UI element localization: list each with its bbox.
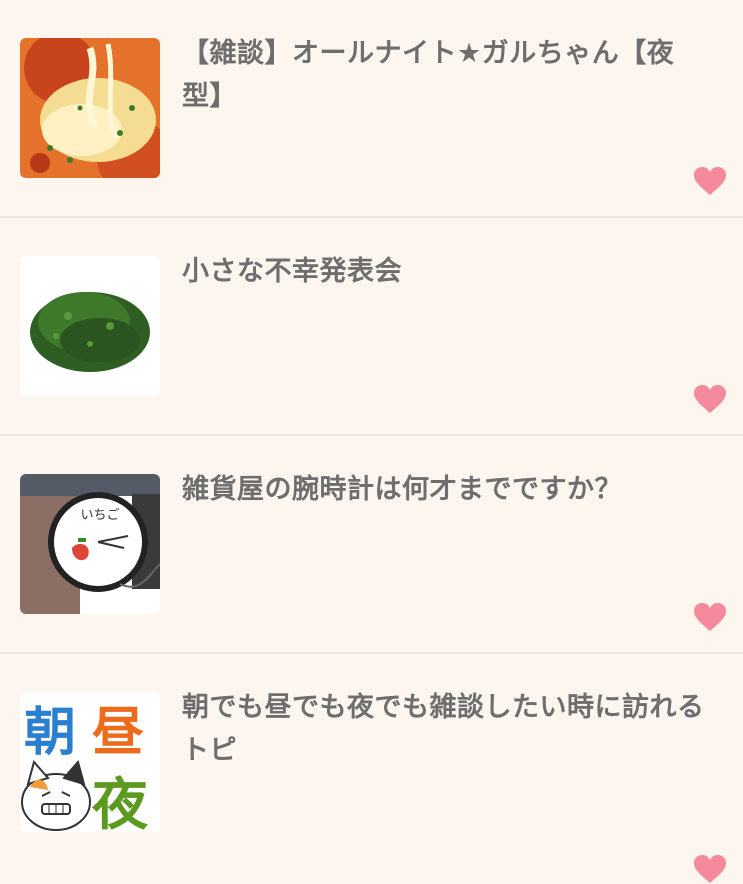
topic-list: 【雑談】オールナイト★ガルちゃん【夜型】 小さな不幸発表会 いちご 雑貨屋の腕時… bbox=[0, 0, 743, 883]
heart-icon[interactable] bbox=[693, 166, 727, 196]
asa-char: 朝 bbox=[24, 703, 76, 763]
topic-thumbnail-asa-hiru-yoru[interactable]: 朝 昼 夜 bbox=[20, 692, 160, 832]
topic-item[interactable]: 【雑談】オールナイト★ガルちゃん【夜型】 bbox=[0, 0, 743, 218]
heart-icon[interactable] bbox=[693, 602, 727, 632]
topic-title[interactable]: 朝でも昼でも夜でも雑談したい時に訪れるトピ bbox=[182, 686, 713, 772]
watch-face-text: いちご bbox=[80, 507, 119, 523]
topic-title[interactable]: 雑貨屋の腕時計は何才までですか？ bbox=[182, 468, 713, 511]
heart-icon[interactable] bbox=[693, 384, 727, 414]
topic-thumbnail-herb[interactable] bbox=[20, 256, 160, 396]
topic-title[interactable]: 小さな不幸発表会 bbox=[182, 250, 713, 293]
topic-title[interactable]: 【雑談】オールナイト★ガルちゃん【夜型】 bbox=[182, 32, 713, 118]
topic-thumbnail-watch[interactable]: いちご bbox=[20, 474, 160, 614]
hiru-char: 昼 bbox=[92, 703, 144, 763]
topic-item[interactable]: 朝 昼 夜 朝でも昼でも夜でも雑談したい時に訪れるトピ bbox=[0, 654, 743, 883]
yoru-char: 夜 bbox=[91, 773, 149, 832]
topic-item[interactable]: いちご 雑貨屋の腕時計は何才までですか？ bbox=[0, 436, 743, 654]
topic-thumbnail-pizza[interactable] bbox=[20, 38, 160, 178]
topic-item[interactable]: 小さな不幸発表会 bbox=[0, 218, 743, 436]
heart-icon[interactable] bbox=[693, 854, 727, 884]
